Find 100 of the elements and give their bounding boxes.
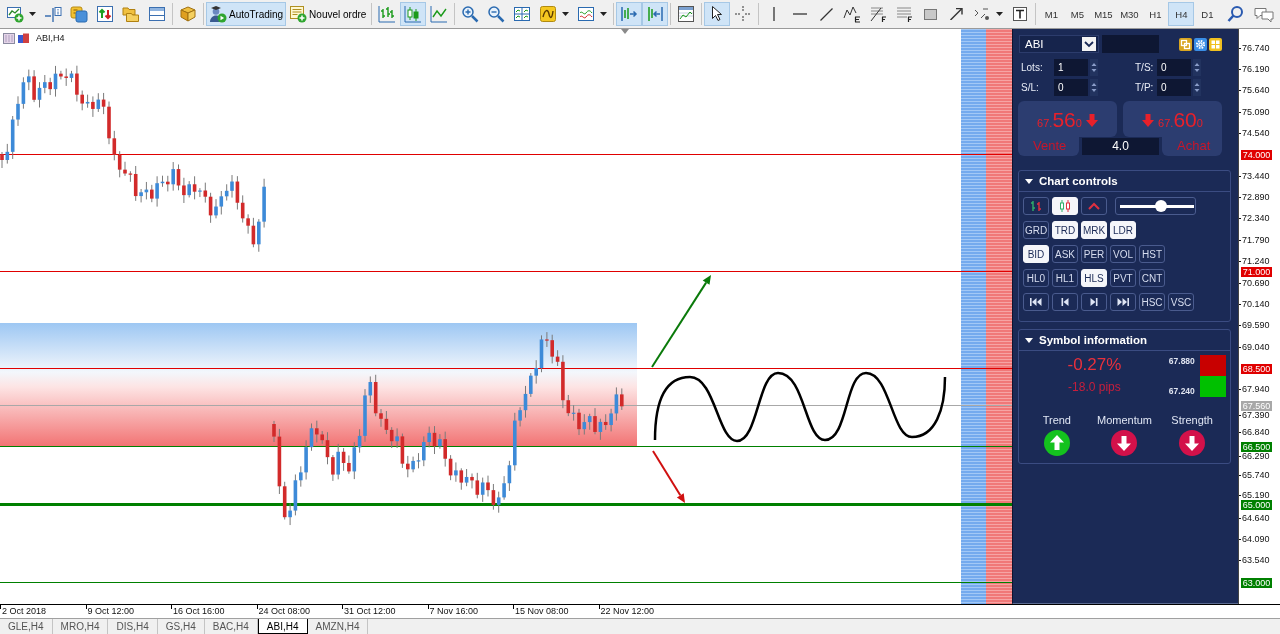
skip-start-icon	[1030, 297, 1042, 307]
price-level-badge: 63.000	[1241, 577, 1272, 588]
signal-label: Momentum	[1096, 414, 1152, 426]
chart-tab[interactable]: DIS,H4	[108, 619, 158, 634]
field-label: T/P:	[1134, 82, 1155, 93]
section-title: Chart controls	[1039, 175, 1118, 187]
control-button[interactable]: BID	[1023, 245, 1049, 263]
overlap-squares-icon[interactable]	[1179, 37, 1192, 51]
chart-tab[interactable]: AMZN,H4	[307, 619, 369, 634]
collapse-triangle-icon[interactable]	[1025, 336, 1033, 344]
input-field[interactable]	[1102, 35, 1159, 53]
price-tick-label: 71.790	[1239, 235, 1270, 245]
price-tick-label: 75.090	[1239, 107, 1270, 117]
number-field[interactable]: 0	[1157, 59, 1191, 76]
number-field[interactable]: 1	[1054, 59, 1088, 76]
caret-icon	[600, 12, 608, 16]
control-button[interactable]: LDR	[1110, 221, 1136, 239]
chart-tab[interactable]: GS,H4	[157, 619, 205, 634]
user-play-icon	[209, 5, 227, 23]
timeframe-button[interactable]: M5	[1064, 2, 1091, 26]
timeframe-button[interactable]: H1	[1142, 2, 1169, 26]
control-button[interactable]: TRD	[1052, 221, 1078, 239]
spinner-arrows-icon[interactable]	[1090, 79, 1098, 96]
control-button[interactable]: HST	[1139, 245, 1165, 263]
time-label: 7 Nov 16:00	[427, 605, 513, 618]
control-button[interactable]: PER	[1081, 245, 1107, 263]
toolbar-button[interactable]: AutoTrading	[206, 2, 287, 26]
change-percent: -0.27%	[1067, 355, 1122, 375]
timeframe-button[interactable]: D1	[1194, 2, 1221, 26]
number-field[interactable]: 0	[1157, 79, 1191, 96]
control-button[interactable]: HSC	[1139, 293, 1165, 311]
control-button[interactable]: HLS	[1081, 269, 1107, 287]
price-level-badge: 66.500	[1241, 441, 1272, 452]
chart-waves-icon	[577, 5, 596, 23]
chart-plus-icon	[6, 5, 24, 23]
chart-type-button[interactable]	[1023, 197, 1049, 215]
timeframe-button[interactable]: M1	[1038, 2, 1065, 26]
cursor-icon	[712, 6, 723, 22]
control-button[interactable]: CNT	[1139, 269, 1165, 287]
spinner-arrows-icon[interactable]	[1090, 59, 1098, 76]
caret-icon	[996, 12, 1004, 16]
control-button[interactable]	[1110, 293, 1136, 311]
caret-icon	[562, 12, 570, 16]
price-tick-label: 66.290	[1239, 451, 1270, 461]
horizontal-line-icon	[793, 13, 808, 15]
zoom-slider[interactable]	[1115, 197, 1196, 215]
price-tick-label: 76.740	[1239, 43, 1270, 53]
symbol-dropdown[interactable]: ABI	[1019, 35, 1099, 53]
timeframe-button[interactable]: H4	[1168, 2, 1195, 26]
arrow-icon	[950, 7, 963, 21]
price-level-badge: 68.500	[1241, 363, 1272, 374]
toolbar-button[interactable]	[704, 2, 731, 26]
bars-arrow-left-icon	[646, 5, 665, 23]
control-button[interactable]: VSC	[1168, 293, 1194, 311]
bars-arrow-right-icon	[620, 5, 639, 23]
price-tick-label: 70.140	[1239, 299, 1270, 309]
zoom-out-icon	[487, 5, 506, 23]
field-label: Lots:	[1020, 62, 1044, 73]
control-button[interactable]: ASK	[1052, 245, 1078, 263]
spread-field[interactable]: 4.0	[1082, 138, 1159, 155]
price-level-badge: 71.000	[1241, 266, 1272, 277]
slider-thumb[interactable]	[1155, 200, 1168, 212]
chart-tab[interactable]: GLE,H4	[0, 619, 53, 634]
search-icon[interactable]	[1227, 5, 1245, 23]
control-button[interactable]: VOL	[1110, 245, 1136, 263]
chat-bubbles-icon[interactable]	[1254, 6, 1274, 22]
price-tick-label: 69.590	[1239, 321, 1270, 331]
chart-tab[interactable]: ABI,H4	[257, 619, 308, 634]
timeframe-button[interactable]: M30	[1116, 2, 1143, 26]
down-arrow-icon	[1085, 113, 1098, 127]
control-button[interactable]	[1023, 293, 1049, 311]
diagonal-line-icon	[819, 7, 833, 21]
control-button[interactable]: HL0	[1023, 269, 1049, 287]
chart-type-button[interactable]	[1081, 197, 1107, 215]
toolbar-button[interactable]: Nouvel ordre	[286, 2, 370, 26]
time-label: 2 Oct 2018	[0, 605, 86, 618]
bar-chart-icon	[378, 5, 397, 23]
price-level-badge: 74.000	[1241, 149, 1272, 160]
low-price: 67.240	[1168, 386, 1196, 396]
control-button[interactable]: PVT	[1110, 269, 1136, 287]
spinner-arrows-icon[interactable]	[1193, 59, 1201, 76]
high-price: 67.880	[1168, 356, 1196, 366]
spinner-arrows-icon[interactable]	[1193, 79, 1201, 96]
price-tick-label: 73.440	[1239, 171, 1270, 181]
chart-tab[interactable]: BAC,H4	[204, 619, 258, 634]
slider-track[interactable]	[1120, 200, 1194, 212]
number-field[interactable]: 0	[1054, 79, 1088, 96]
fan-lines-icon	[869, 5, 888, 23]
grid-icon[interactable]	[1209, 37, 1222, 51]
chart-tab[interactable]: MRO,H4	[52, 619, 109, 634]
timeframe-button[interactable]: M15	[1090, 2, 1117, 26]
control-button[interactable]: MRK	[1081, 221, 1107, 239]
settings-icon[interactable]	[1194, 37, 1207, 51]
window-panel-icon	[148, 5, 166, 23]
collapse-triangle-icon[interactable]	[1025, 177, 1033, 185]
control-button[interactable]: GRD	[1023, 221, 1049, 239]
control-button[interactable]	[1052, 293, 1078, 311]
down-arrow	[652, 450, 685, 503]
control-button[interactable]	[1081, 293, 1107, 311]
control-button[interactable]: HL1	[1052, 269, 1078, 287]
